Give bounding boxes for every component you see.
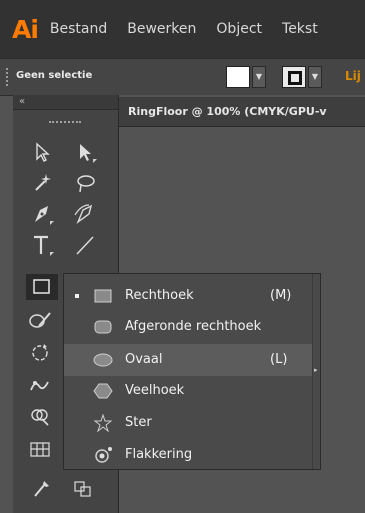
menu-bar: Ai Bestand Bewerken Object Tekst — [0, 0, 365, 58]
flyout-shortcut: (M) — [270, 288, 292, 303]
flyout-item-flakkering[interactable]: Flakkering — [64, 439, 312, 471]
stroke-label[interactable]: Lij — [345, 69, 361, 83]
tools-panel-header: « — [13, 95, 118, 110]
magic-wand-tool-icon[interactable] — [28, 170, 56, 196]
blend-tool-icon[interactable] — [69, 475, 97, 501]
flare-icon — [92, 446, 114, 464]
flyout-item-rechthoek[interactable]: Rechthoek (M) — [64, 280, 312, 312]
app-logo: Ai — [12, 14, 39, 44]
menu-tekst[interactable]: Tekst — [282, 21, 318, 37]
flyout-label: Rechthoek — [125, 288, 194, 303]
stroke-dropdown-icon[interactable]: ▼ — [308, 66, 322, 88]
panel-grip[interactable] — [6, 68, 10, 86]
line-tool-icon[interactable] — [71, 232, 99, 258]
puppet-warp-tool-icon[interactable] — [26, 372, 54, 398]
menu-bestand[interactable]: Bestand — [50, 21, 107, 37]
flyout-item-ster[interactable]: Ster — [64, 407, 312, 439]
ellipse-icon — [92, 351, 114, 369]
curvature-tool-icon[interactable] — [71, 201, 99, 227]
lasso-tool-icon[interactable] — [71, 170, 99, 196]
flyout-label: Ovaal — [125, 352, 163, 367]
stroke-color-swatch[interactable] — [282, 66, 306, 88]
rotate-tool-icon[interactable] — [26, 339, 54, 365]
flyout-label: Veelhoek — [125, 383, 185, 398]
pen-tool-icon[interactable] — [28, 201, 56, 227]
menu-object[interactable]: Object — [216, 21, 262, 37]
selection-status: Geen selectie — [16, 70, 93, 81]
control-bar: Geen selectie ▼ ▼ Lij — [0, 58, 365, 96]
flyout-item-afgeronde-rechthoek[interactable]: Afgeronde rechthoek — [64, 311, 312, 343]
tearoff-arrow-icon[interactable]: ▸ — [314, 366, 318, 374]
current-tool-bullet — [75, 294, 79, 298]
flyout-label: Afgeronde rechthoek — [125, 319, 262, 334]
shape-tools-flyout: Rechthoek (M) Afgeronde rechthoek Ovaal … — [63, 273, 321, 470]
fill-dropdown-icon[interactable]: ▼ — [252, 66, 266, 88]
flyout-item-ovaal[interactable]: Ovaal (L) — [64, 344, 312, 376]
collapse-icon[interactable]: « — [19, 96, 25, 107]
eyedropper-tool-icon[interactable] — [28, 475, 56, 501]
polygon-icon — [92, 382, 114, 400]
rectangle-tool-icon[interactable] — [26, 274, 58, 300]
flyout-label: Ster — [125, 415, 152, 430]
document-tab[interactable]: RingFloor @ 100% (CMYK/GPU-v — [118, 97, 365, 127]
perspective-grid-tool-icon[interactable] — [26, 436, 54, 462]
star-icon — [92, 413, 114, 433]
type-tool-icon[interactable] — [28, 232, 56, 258]
rectangle-icon — [92, 287, 114, 305]
rounded-rectangle-icon — [92, 318, 114, 336]
paintbrush-tool-icon[interactable] — [26, 307, 54, 333]
selection-tool-icon[interactable] — [28, 139, 56, 165]
fill-color-swatch[interactable] — [226, 66, 250, 88]
flyout-item-veelhoek[interactable]: Veelhoek — [64, 375, 312, 407]
shape-builder-tool-icon[interactable] — [26, 403, 54, 429]
direct-selection-tool-icon[interactable] — [71, 139, 99, 165]
menu-bewerken[interactable]: Bewerken — [127, 21, 196, 37]
flyout-label: Flakkering — [125, 447, 193, 462]
flyout-shortcut: (L) — [270, 352, 288, 367]
tools-grip[interactable] — [49, 121, 81, 126]
